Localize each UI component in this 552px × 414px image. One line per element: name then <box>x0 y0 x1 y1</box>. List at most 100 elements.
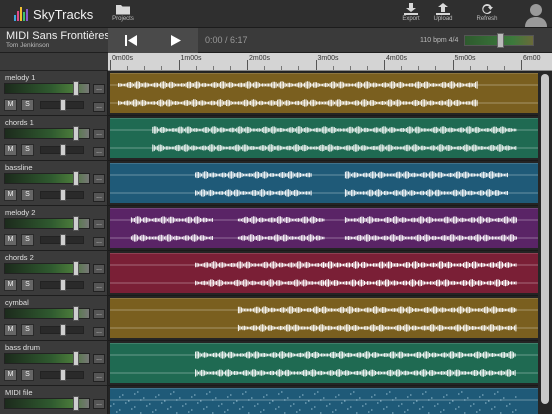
track-volume-knob[interactable] <box>72 81 79 96</box>
waveform-segment <box>323 279 517 287</box>
track-options-button[interactable]: ... <box>93 282 105 292</box>
track-volume-knob[interactable] <box>72 351 79 366</box>
track-lane[interactable] <box>108 161 538 206</box>
solo-button[interactable]: S <box>21 99 34 111</box>
track-volume-knob[interactable] <box>72 306 79 321</box>
track-volume-menu-button[interactable]: ... <box>93 309 105 319</box>
track-lane[interactable] <box>108 71 538 116</box>
track-lane[interactable] <box>108 296 538 341</box>
download-icon <box>404 3 418 15</box>
track-volume-menu-button[interactable]: ... <box>93 354 105 364</box>
track-volume-menu-button[interactable]: ... <box>93 399 105 409</box>
ruler-minor-tick <box>349 66 351 70</box>
refresh-label: Refresh <box>476 16 498 22</box>
transport-bar: MIDI Sans Frontières Tom Jenkinson 0:00 … <box>0 28 552 53</box>
track-name[interactable]: MIDI file <box>5 388 33 397</box>
logo-icon <box>14 7 29 21</box>
track-pan-knob[interactable] <box>60 324 66 336</box>
mute-button[interactable]: M <box>4 324 17 336</box>
ruler-minor-tick <box>161 66 163 70</box>
track-name[interactable]: chords 2 <box>5 253 34 262</box>
scroll-thumb[interactable] <box>541 74 549 404</box>
mute-button[interactable]: M <box>4 369 17 381</box>
app-window: SkyTracks Projects Export Upload Refresh… <box>0 0 552 414</box>
track-name[interactable]: melody 1 <box>5 73 35 82</box>
export-label: Export <box>402 16 420 22</box>
track-controls: melody 2... M S... <box>0 206 108 251</box>
track-pan-knob[interactable] <box>60 369 66 381</box>
mute-button[interactable]: M <box>4 99 17 111</box>
timeline-ruler[interactable]: 0m00s 1m00s 2m00s 3m00s 4m00s 5m00s 6m00 <box>108 53 552 71</box>
track-options-button[interactable]: ... <box>93 372 105 382</box>
track-row: cymbal... M S... <box>0 296 552 341</box>
solo-button[interactable]: S <box>21 279 34 291</box>
user-avatar[interactable] <box>523 1 549 27</box>
track-lane[interactable] <box>108 251 538 296</box>
ruler-minor-tick <box>144 66 146 70</box>
waveform-segment <box>344 216 517 224</box>
waveform-segment <box>344 189 508 197</box>
mute-button[interactable]: M <box>4 234 17 246</box>
app-logo[interactable]: SkyTracks <box>14 5 93 23</box>
time-readout: 0:00 / 6:17 <box>205 35 248 45</box>
waveform <box>110 171 538 197</box>
track-name[interactable]: bassline <box>5 163 33 172</box>
track-volume-menu-button[interactable]: ... <box>93 84 105 94</box>
rewind-button[interactable] <box>108 28 153 53</box>
master-volume-knob[interactable] <box>496 33 504 48</box>
track-pan-knob[interactable] <box>60 144 66 156</box>
waveform-segment <box>113 391 517 414</box>
track-lane[interactable] <box>108 206 538 251</box>
track-volume-knob[interactable] <box>72 396 79 411</box>
track-pan-knob[interactable] <box>60 189 66 201</box>
ruler-minor-tick <box>281 66 283 70</box>
track-options-button[interactable]: ... <box>93 192 105 202</box>
ruler-major-tick <box>521 60 522 70</box>
waveform <box>110 351 538 377</box>
track-volume-menu-button[interactable]: ... <box>93 174 105 184</box>
track-volume-knob[interactable] <box>72 126 79 141</box>
track-volume-menu-button[interactable]: ... <box>93 129 105 139</box>
ruler-label: 5m00s <box>454 55 476 62</box>
solo-button[interactable]: S <box>21 369 34 381</box>
waveform-segment <box>130 234 213 242</box>
track-controls: chords 1... M S... <box>0 116 108 161</box>
track-name[interactable]: cymbal <box>5 298 29 307</box>
mute-button[interactable]: M <box>4 144 17 156</box>
play-button[interactable] <box>153 28 198 53</box>
track-pan-knob[interactable] <box>60 279 66 291</box>
mute-button[interactable]: M <box>4 279 17 291</box>
track-name[interactable]: chords 1 <box>5 118 34 127</box>
track-volume-knob[interactable] <box>72 261 79 276</box>
ruler-minor-tick <box>229 66 231 70</box>
ruler-major-tick <box>315 60 317 70</box>
solo-button[interactable]: S <box>21 189 34 201</box>
track-volume-menu-button[interactable]: ... <box>93 264 105 274</box>
mute-button[interactable]: M <box>4 189 17 201</box>
track-pan-knob[interactable] <box>60 99 66 111</box>
solo-button[interactable]: S <box>21 144 34 156</box>
ruler-minor-tick <box>469 66 471 70</box>
solo-button[interactable]: S <box>21 324 34 336</box>
track-options-button[interactable]: ... <box>93 327 105 337</box>
export-button[interactable]: Export <box>394 3 428 25</box>
track-options-button[interactable]: ... <box>93 102 105 112</box>
track-lane[interactable] <box>108 341 538 386</box>
track-volume-menu-button[interactable]: ... <box>93 219 105 229</box>
refresh-button[interactable]: Refresh <box>470 3 504 25</box>
track-pan-knob[interactable] <box>60 234 66 246</box>
solo-button[interactable]: S <box>21 234 34 246</box>
track-options-button[interactable]: ... <box>93 147 105 157</box>
track-lane[interactable] <box>108 116 538 161</box>
track-name[interactable]: bass drum <box>5 343 40 352</box>
upload-icon <box>436 3 450 15</box>
track-volume-knob[interactable] <box>72 171 79 186</box>
track-options-button[interactable]: ... <box>93 237 105 247</box>
projects-button[interactable]: Projects <box>106 3 140 25</box>
top-bar: SkyTracks Projects Export Upload Refresh <box>0 0 552 28</box>
upload-button[interactable]: Upload <box>426 3 460 25</box>
track-volume-knob[interactable] <box>72 216 79 231</box>
track-lane[interactable] <box>108 386 538 414</box>
track-name[interactable]: melody 2 <box>5 208 35 217</box>
ruler-minor-tick <box>435 66 437 70</box>
